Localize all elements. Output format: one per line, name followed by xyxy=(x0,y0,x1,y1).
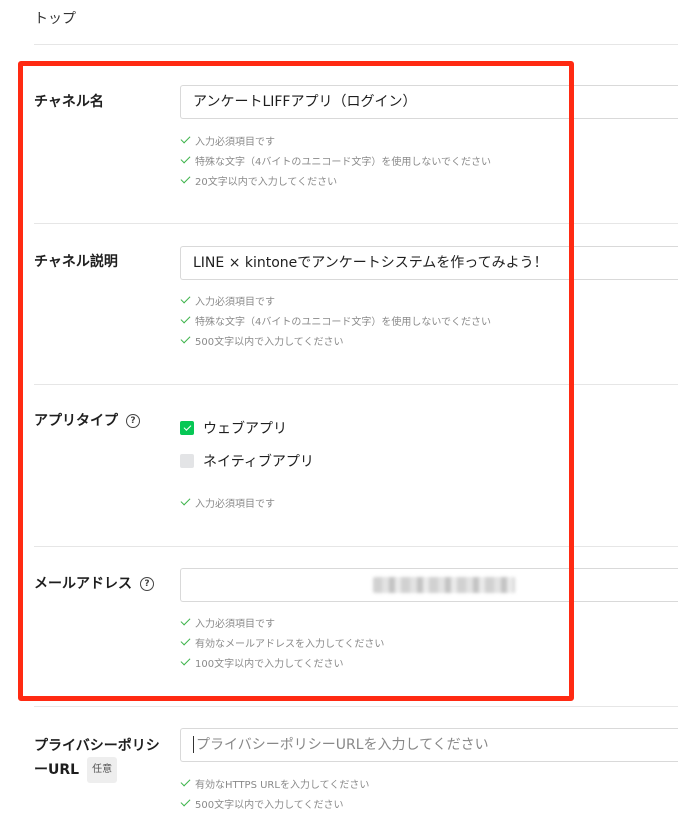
check-icon xyxy=(180,495,191,505)
check-icon xyxy=(180,655,191,665)
channel-description-label: チャネル説明 xyxy=(34,254,118,270)
email-label: メールアドレス ? xyxy=(34,574,154,594)
check-icon xyxy=(180,173,191,183)
optional-badge: 任意 xyxy=(87,757,118,783)
app-type-option-native[interactable]: ネイティブアプリ xyxy=(180,451,314,471)
check-icon xyxy=(180,796,191,806)
check-icon xyxy=(180,635,191,645)
privacy-policy-label: プライバシーポリシ ーURL 任意 xyxy=(34,735,160,783)
check-icon xyxy=(180,776,191,786)
channel-name-hints: 入力必須項目です 特殊な文字（4バイトのユニコード文字）を使用しないでください … xyxy=(180,130,491,190)
hint-item: 入力必須項目です xyxy=(180,130,491,150)
app-type-label: アプリタイプ ? xyxy=(34,411,140,431)
hint-item: 特殊な文字（4バイトのユニコード文字）を使用しないでください xyxy=(180,310,491,330)
channel-description-hints: 入力必須項目です 特殊な文字（4バイトのユニコード文字）を使用しないでください … xyxy=(180,290,491,350)
divider xyxy=(34,384,678,385)
check-icon xyxy=(180,293,191,303)
hint-item: 有効なメールアドレスを入力してください xyxy=(180,632,384,652)
email-input[interactable] xyxy=(180,568,678,602)
text-caret xyxy=(193,735,194,753)
hint-item: 500文字以内で入力してください xyxy=(180,330,491,350)
check-icon xyxy=(180,313,191,323)
hint-item: 入力必須項目です xyxy=(180,492,275,512)
app-type-hints: 入力必須項目です xyxy=(180,492,275,512)
email-hints: 入力必須項目です 有効なメールアドレスを入力してください 100文字以内で入力し… xyxy=(180,612,384,672)
check-icon xyxy=(180,153,191,163)
check-icon xyxy=(180,333,191,343)
checkbox-checked-icon[interactable] xyxy=(180,421,194,435)
privacy-policy-hints: 有効なHTTPS URLを入力してください 500文字以内で入力してください xyxy=(180,773,369,813)
hint-item: 入力必須項目です xyxy=(180,612,384,632)
app-type-option-web[interactable]: ウェブアプリ xyxy=(180,418,287,438)
privacy-policy-input[interactable]: プライバシーポリシーURLを入力してください xyxy=(180,728,678,762)
hint-item: 100文字以内で入力してください xyxy=(180,652,384,672)
breadcrumb-top[interactable]: トップ xyxy=(34,8,76,28)
divider xyxy=(34,706,678,707)
hint-item: 入力必須項目です xyxy=(180,290,491,310)
checkbox-unchecked-icon[interactable] xyxy=(180,454,194,468)
hint-item: 有効なHTTPS URLを入力してください xyxy=(180,773,369,793)
hint-item: 特殊な文字（4バイトのユニコード文字）を使用しないでください xyxy=(180,150,491,170)
channel-name-label: チャネル名 xyxy=(34,94,104,110)
hint-item: 500文字以内で入力してください xyxy=(180,793,369,813)
divider xyxy=(34,546,678,547)
divider xyxy=(34,223,678,224)
channel-description-input[interactable]: LINE × kintoneでアンケートシステムを作ってみよう！ xyxy=(180,246,678,280)
check-icon xyxy=(180,133,191,143)
divider xyxy=(34,44,678,45)
redacted-email xyxy=(373,577,515,593)
hint-item: 20文字以内で入力してください xyxy=(180,170,491,190)
help-icon[interactable]: ? xyxy=(140,577,154,591)
channel-name-input[interactable]: アンケートLIFFアプリ（ログイン） xyxy=(180,85,678,119)
check-icon xyxy=(180,615,191,625)
help-icon[interactable]: ? xyxy=(126,414,140,428)
